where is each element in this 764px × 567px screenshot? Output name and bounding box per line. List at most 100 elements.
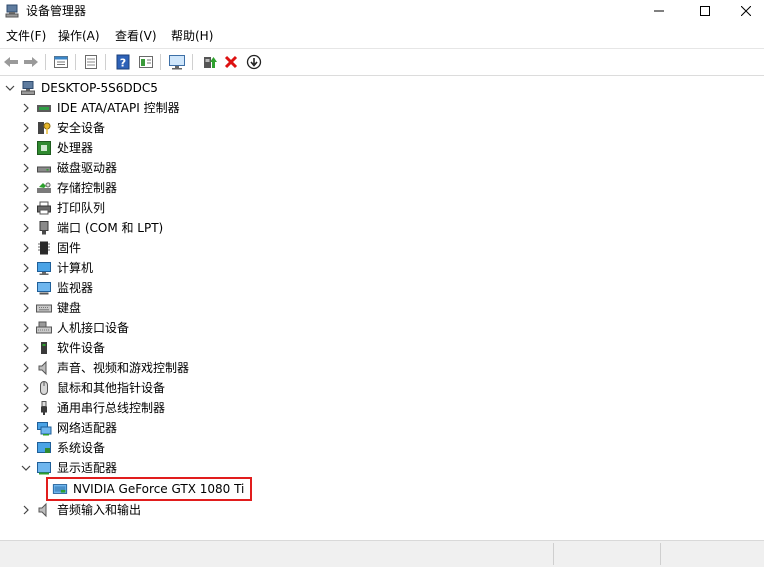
tree-item-label: 系统设备 — [57, 441, 106, 455]
menu-action[interactable]: 操作(A) — [58, 28, 100, 44]
tree-item-keyboard[interactable]: 键盘 — [20, 298, 81, 318]
tree-item-security[interactable]: 安全设备 — [20, 118, 105, 138]
menu-view[interactable]: 查看(V) — [115, 28, 157, 44]
chevron-right-icon[interactable] — [20, 362, 32, 374]
chevron-right-icon[interactable] — [20, 222, 32, 234]
tree-item-display-adapter[interactable]: 显示适配器 — [20, 458, 117, 478]
properties-view-button[interactable] — [52, 53, 70, 71]
chevron-right-icon[interactable] — [20, 282, 32, 294]
tree-item-hid[interactable]: 人机接口设备 — [20, 318, 129, 338]
chevron-down-icon[interactable] — [20, 462, 32, 474]
chevron-down-icon[interactable] — [4, 82, 16, 94]
tree-item-monitor[interactable]: 监视器 — [20, 278, 93, 298]
tree-item-label: 处理器 — [57, 141, 94, 155]
processor-icon — [36, 140, 52, 156]
tree-item-disk[interactable]: 磁盘驱动器 — [20, 158, 117, 178]
tree-item-gpu-nvidia[interactable]: NVIDIA GeForce GTX 1080 Ti — [45, 477, 253, 501]
chevron-right-icon[interactable] — [20, 142, 32, 154]
back-icon — [4, 57, 18, 67]
chevron-right-icon[interactable] — [20, 302, 32, 314]
tree-item-network[interactable]: 网络适配器 — [20, 418, 117, 438]
tree-item-processor[interactable]: 处理器 — [20, 138, 93, 158]
menu-file[interactable]: 文件(F) — [6, 28, 46, 44]
tree-root-label: DESKTOP-5S6DDC5 — [41, 81, 158, 95]
tree-item-label: 显示适配器 — [57, 461, 118, 475]
details-button[interactable] — [137, 53, 155, 71]
chevron-right-icon[interactable] — [20, 182, 32, 194]
chevron-right-icon[interactable] — [20, 242, 32, 254]
minimize-icon — [654, 10, 664, 12]
storage-controller-icon — [36, 180, 52, 196]
tree-item-firmware[interactable]: 固件 — [20, 238, 81, 258]
help-button[interactable]: ? — [114, 53, 132, 71]
tree-item-label: 鼠标和其他指针设备 — [57, 381, 166, 395]
chevron-right-icon[interactable] — [20, 262, 32, 274]
tree-item-label: IDE ATA/ATAPI 控制器 — [57, 101, 180, 115]
back-button[interactable] — [2, 53, 20, 71]
maximize-button[interactable] — [682, 0, 728, 22]
tree-item-label: 软件设备 — [57, 341, 106, 355]
forward-button[interactable] — [22, 53, 40, 71]
chevron-right-icon[interactable] — [20, 322, 32, 334]
minimize-button[interactable] — [636, 0, 682, 22]
computer-root-icon — [20, 80, 36, 96]
tree-root-row[interactable]: DESKTOP-5S6DDC5 — [4, 78, 158, 98]
printer-icon — [36, 200, 52, 216]
title-bar: 设备管理器 — [0, 0, 764, 22]
monitor-scan-icon — [169, 55, 185, 70]
tree-item-label: 通用串行总线控制器 — [57, 401, 166, 415]
update-driver-icon — [204, 57, 217, 68]
tree-item-computer[interactable]: 计算机 — [20, 258, 93, 278]
uninstall-icon — [224, 55, 238, 69]
update-driver-button[interactable] — [200, 53, 218, 71]
properties-view-icon — [54, 56, 68, 68]
chevron-right-icon[interactable] — [20, 162, 32, 174]
speaker-icon — [36, 360, 52, 376]
tree-item-mouse[interactable]: 鼠标和其他指针设备 — [20, 378, 165, 398]
list-view-button[interactable] — [82, 53, 100, 71]
tree-item-usb[interactable]: 通用串行总线控制器 — [20, 398, 165, 418]
tree-item-sound[interactable]: 声音、视频和游戏控制器 — [20, 358, 189, 378]
usb-icon — [36, 400, 52, 416]
gpu-icon — [52, 481, 68, 497]
maximize-icon — [700, 6, 710, 16]
computer-icon — [36, 260, 52, 276]
svg-text:?: ? — [120, 57, 126, 70]
details-icon — [139, 56, 153, 68]
tree-item-ports[interactable]: 端口 (COM 和 LPT) — [20, 218, 163, 238]
tree-item-label: 键盘 — [57, 301, 82, 315]
window-title: 设备管理器 — [26, 4, 87, 18]
disk-drive-icon — [36, 160, 52, 176]
tree-item-storage[interactable]: 存储控制器 — [20, 178, 117, 198]
ide-controller-icon — [36, 100, 52, 116]
tree-item-ide[interactable]: IDE ATA/ATAPI 控制器 — [20, 98, 180, 118]
tree-item-label: 安全设备 — [57, 121, 106, 135]
scan-hardware-button[interactable] — [168, 53, 186, 71]
chevron-right-icon[interactable] — [20, 402, 32, 414]
device-tree: DESKTOP-5S6DDC5 IDE ATA/ATAPI 控制器 安全设备 处… — [0, 78, 764, 538]
device-manager-app-icon — [4, 3, 20, 19]
toolbar: ? — [0, 48, 764, 76]
tree-item-system[interactable]: 系统设备 — [20, 438, 105, 458]
chevron-right-icon[interactable] — [20, 504, 32, 516]
tree-item-label: NVIDIA GeForce GTX 1080 Ti — [73, 482, 245, 496]
chevron-right-icon[interactable] — [20, 342, 32, 354]
chevron-right-icon[interactable] — [20, 102, 32, 114]
mouse-icon — [36, 380, 52, 396]
chevron-right-icon[interactable] — [20, 422, 32, 434]
menu-help[interactable]: 帮助(H) — [171, 28, 213, 44]
chevron-right-icon[interactable] — [20, 122, 32, 134]
uninstall-button[interactable] — [222, 53, 240, 71]
tree-item-label: 监视器 — [57, 281, 94, 295]
tree-item-software-device[interactable]: 软件设备 — [20, 338, 105, 358]
disable-device-button[interactable] — [245, 53, 263, 71]
chevron-right-icon[interactable] — [20, 442, 32, 454]
audio-io-icon — [36, 502, 52, 518]
hid-icon — [36, 320, 52, 336]
chevron-right-icon[interactable] — [20, 382, 32, 394]
tree-item-audio-io[interactable]: 音频输入和输出 — [20, 500, 141, 520]
chevron-right-icon[interactable] — [20, 202, 32, 214]
forward-icon — [24, 57, 38, 67]
close-button[interactable] — [728, 0, 764, 22]
tree-item-print-queue[interactable]: 打印队列 — [20, 198, 105, 218]
